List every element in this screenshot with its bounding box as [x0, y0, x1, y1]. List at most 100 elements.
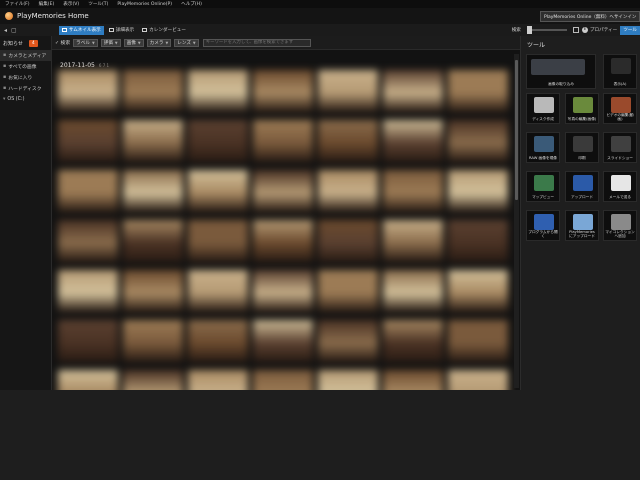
photo-thumbnail[interactable] — [58, 220, 118, 262]
menu-view[interactable]: 表示(V) — [63, 1, 79, 7]
tool-icon — [611, 97, 631, 113]
photo-thumbnail[interactable] — [318, 120, 378, 162]
tool-9[interactable]: アップロード — [565, 171, 599, 202]
photo-thumbnail[interactable] — [188, 170, 248, 212]
calendar-view-button[interactable]: カレンダービュー — [139, 26, 189, 35]
photo-thumbnail[interactable] — [448, 170, 508, 212]
photo-thumbnail[interactable] — [58, 270, 118, 312]
tool-1[interactable]: 表示(A) — [603, 54, 637, 89]
photo-thumbnail[interactable] — [188, 120, 248, 162]
tool-12[interactable]: PlayMemories にアップロード — [565, 210, 599, 241]
photo-thumbnail[interactable] — [448, 120, 508, 162]
rating-dropdown[interactable]: 評価 ▼ — [100, 38, 121, 47]
photo-thumbnail[interactable] — [123, 320, 183, 362]
photo-thumbnail[interactable] — [188, 270, 248, 312]
tree-os-drive[interactable]: ▾ OS (C:) — [0, 94, 51, 105]
tool-icon — [573, 175, 593, 191]
zoom-slider-knob[interactable] — [526, 26, 532, 34]
tool-0[interactable]: 画像の取り込み — [526, 54, 596, 89]
properties-button[interactable]: プロパティー — [590, 27, 617, 33]
zoom-slider[interactable] — [526, 26, 567, 34]
photo-thumbnail[interactable] — [318, 70, 378, 112]
photo-thumbnail[interactable] — [253, 220, 313, 262]
photo-thumbnail[interactable] — [448, 70, 508, 112]
thumbnail-view-button[interactable]: サムネイル表示 — [58, 25, 104, 35]
tree-all-images[interactable]: ▪ すべての画像 — [0, 61, 51, 72]
photo-thumbnail[interactable] — [188, 70, 248, 112]
tool-4[interactable]: ビデオの編集(動画) — [603, 93, 637, 124]
tool-3[interactable]: 写真の編集(画像) — [565, 93, 599, 124]
photo-thumbnail[interactable] — [383, 70, 443, 112]
photo-thumbnail[interactable] — [188, 370, 248, 390]
search-filter-label[interactable]: ✓ 検索 — [55, 39, 70, 46]
tool-8[interactable]: マップビュー — [526, 171, 560, 202]
menu-help[interactable]: ヘルプ(H) — [181, 1, 202, 7]
photo-thumbnail[interactable] — [58, 120, 118, 162]
tool-13[interactable]: マイコレクションへ追加 — [603, 210, 637, 241]
menu-file[interactable]: ファイル(F) — [5, 1, 30, 7]
photo-thumbnail[interactable] — [448, 270, 508, 312]
photo-thumbnail[interactable] — [253, 120, 313, 162]
nav-toggle-icon[interactable]: ◂ — [4, 27, 7, 34]
grid-size-icon[interactable] — [572, 27, 579, 33]
tools-tab[interactable]: ツール — [620, 25, 640, 35]
tool-2[interactable]: ディスク作成 — [526, 93, 560, 124]
label-dropdown[interactable]: ラベル ▼ — [73, 38, 98, 47]
photo-thumbnail[interactable] — [448, 370, 508, 390]
keyword-search-input[interactable] — [202, 38, 311, 47]
photo-thumbnail[interactable] — [383, 170, 443, 212]
info-icon[interactable]: i — [581, 27, 588, 33]
photo-thumbnail[interactable] — [123, 70, 183, 112]
tool-10[interactable]: メールで送る — [603, 171, 637, 202]
tree-favorites[interactable]: ▪ お気に入り — [0, 72, 51, 83]
tool-6[interactable]: 印刷 — [565, 132, 599, 163]
photo-thumbnail[interactable] — [123, 370, 183, 390]
scrollbar-thumb[interactable] — [515, 60, 518, 200]
date-label[interactable]: 2017-11-05 — [60, 62, 95, 69]
photo-thumbnail[interactable] — [58, 320, 118, 362]
photo-thumbnail[interactable] — [58, 170, 118, 212]
photo-thumbnail[interactable] — [318, 370, 378, 390]
menu-edit[interactable]: 編集(E) — [39, 1, 55, 7]
signin-tooltip[interactable]: PlayMemories Online（無料）へサインイン — [540, 11, 640, 22]
photo-thumbnail[interactable] — [383, 220, 443, 262]
photo-thumbnail[interactable] — [123, 170, 183, 212]
photo-thumbnail[interactable] — [448, 320, 508, 362]
search-button[interactable]: 検索 — [512, 27, 521, 33]
tree-camera-media[interactable]: ▪ カメラとメディア — [0, 50, 51, 61]
photo-thumbnail[interactable] — [253, 270, 313, 312]
tool-5[interactable]: RAW 画像を現像 — [526, 132, 560, 163]
lens-dropdown[interactable]: レンズ ▼ — [174, 38, 199, 47]
window-icon[interactable]: ▢ — [11, 27, 17, 34]
photo-thumbnail[interactable] — [318, 220, 378, 262]
tool-11[interactable]: プログラムから開く — [526, 210, 560, 241]
menu-playmemories-online[interactable]: PlayMemories Online(P) — [117, 2, 172, 7]
image-dropdown[interactable]: 画像 ▼ — [123, 38, 144, 47]
photo-thumbnail[interactable] — [383, 370, 443, 390]
photo-thumbnail[interactable] — [253, 370, 313, 390]
photo-thumbnail[interactable] — [253, 70, 313, 112]
photo-thumbnail[interactable] — [383, 270, 443, 312]
photo-thumbnail[interactable] — [58, 370, 118, 390]
tree-hard-disk[interactable]: ▪ ハードディスク — [0, 83, 51, 94]
photo-thumbnail[interactable] — [188, 320, 248, 362]
camera-dropdown[interactable]: カメラ ▼ — [146, 38, 172, 47]
photo-thumbnail[interactable] — [253, 320, 313, 362]
photo-thumbnail[interactable] — [188, 220, 248, 262]
detail-view-button[interactable]: 詳細表示 — [106, 26, 137, 35]
photo-thumbnail[interactable] — [318, 170, 378, 212]
photo-thumbnail[interactable] — [253, 170, 313, 212]
notice-row[interactable]: お知らせ 4 — [0, 36, 51, 50]
photo-thumbnail[interactable] — [123, 120, 183, 162]
menu-tools[interactable]: ツール(T) — [88, 1, 108, 7]
photo-thumbnail[interactable] — [448, 220, 508, 262]
tool-7[interactable]: スライドショー — [603, 132, 637, 163]
photo-thumbnail[interactable] — [123, 220, 183, 262]
photo-thumbnail[interactable] — [318, 270, 378, 312]
photo-thumbnail[interactable] — [383, 120, 443, 162]
photo-thumbnail[interactable] — [318, 320, 378, 362]
photo-thumbnail[interactable] — [123, 270, 183, 312]
vertical-scrollbar[interactable] — [514, 54, 519, 388]
photo-thumbnail[interactable] — [383, 320, 443, 362]
photo-thumbnail[interactable] — [58, 70, 118, 112]
